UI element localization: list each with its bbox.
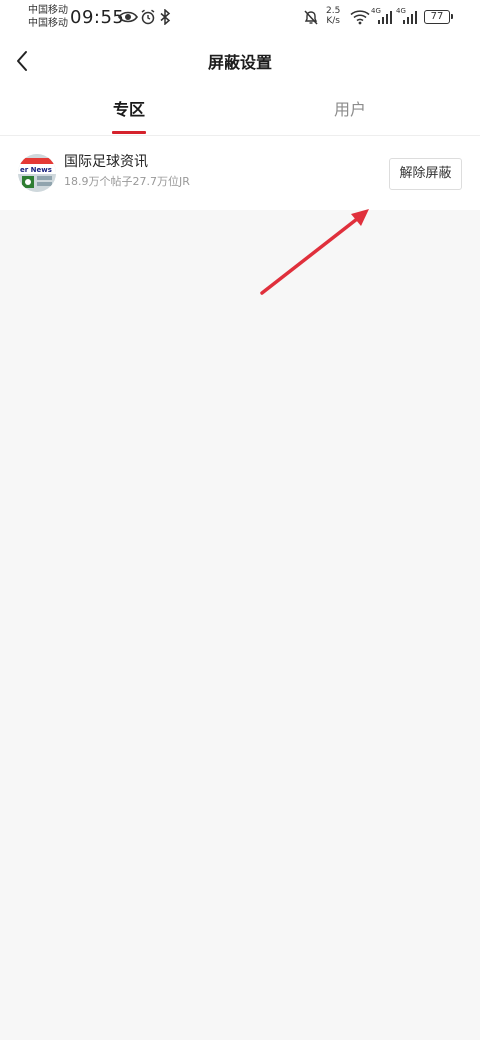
- unblock-button[interactable]: 解除屏蔽: [389, 158, 462, 190]
- zone-avatar: er News: [18, 154, 56, 192]
- signal-1: 4G: [371, 7, 393, 26]
- signal-2: 4G: [396, 7, 418, 26]
- zone-title: 国际足球资讯: [64, 154, 148, 170]
- status-time: 09:55: [70, 7, 125, 28]
- network-speed: 2.5 K/s: [326, 6, 340, 26]
- annotation-arrow-icon: [260, 209, 369, 295]
- list-item[interactable]: er News 国际足球资讯 18.9万个帖子27.7万位JR 解除屏蔽: [0, 136, 480, 210]
- mute-bell-icon: [304, 10, 318, 25]
- carrier-info: 中国移动 中国移动: [28, 4, 68, 30]
- tab-users[interactable]: 用户: [290, 86, 410, 136]
- status-bar: 中国移动 中国移动 09:55 2.5 K/s 4G 4G 77: [0, 0, 480, 36]
- signal-bars-icon: [403, 11, 417, 24]
- zone-stats: 18.9万个帖子27.7万位JR: [64, 175, 190, 188]
- news-thumbnail-icon: er News: [18, 154, 56, 192]
- bluetooth-icon: [160, 9, 171, 25]
- carrier-name-1: 中国移动: [28, 5, 68, 16]
- nav-bar: 屏蔽设置: [0, 36, 480, 86]
- avatar-news-text: er News: [20, 166, 52, 174]
- signal-bars-icon: [378, 11, 392, 24]
- battery-indicator: 77: [424, 10, 453, 24]
- active-tab-indicator: [112, 131, 146, 134]
- eye-icon: [118, 11, 138, 23]
- tab-bar: 专区 用户: [0, 86, 480, 136]
- page-title: 屏蔽设置: [207, 53, 272, 72]
- alarm-icon: [141, 9, 155, 25]
- tab-zone[interactable]: 专区: [69, 86, 189, 136]
- network-speed-value: 2.5: [326, 6, 341, 16]
- wifi-icon: [350, 10, 370, 25]
- carrier-name-2: 中国移动: [28, 18, 68, 29]
- network-speed-unit: K/s: [326, 16, 340, 26]
